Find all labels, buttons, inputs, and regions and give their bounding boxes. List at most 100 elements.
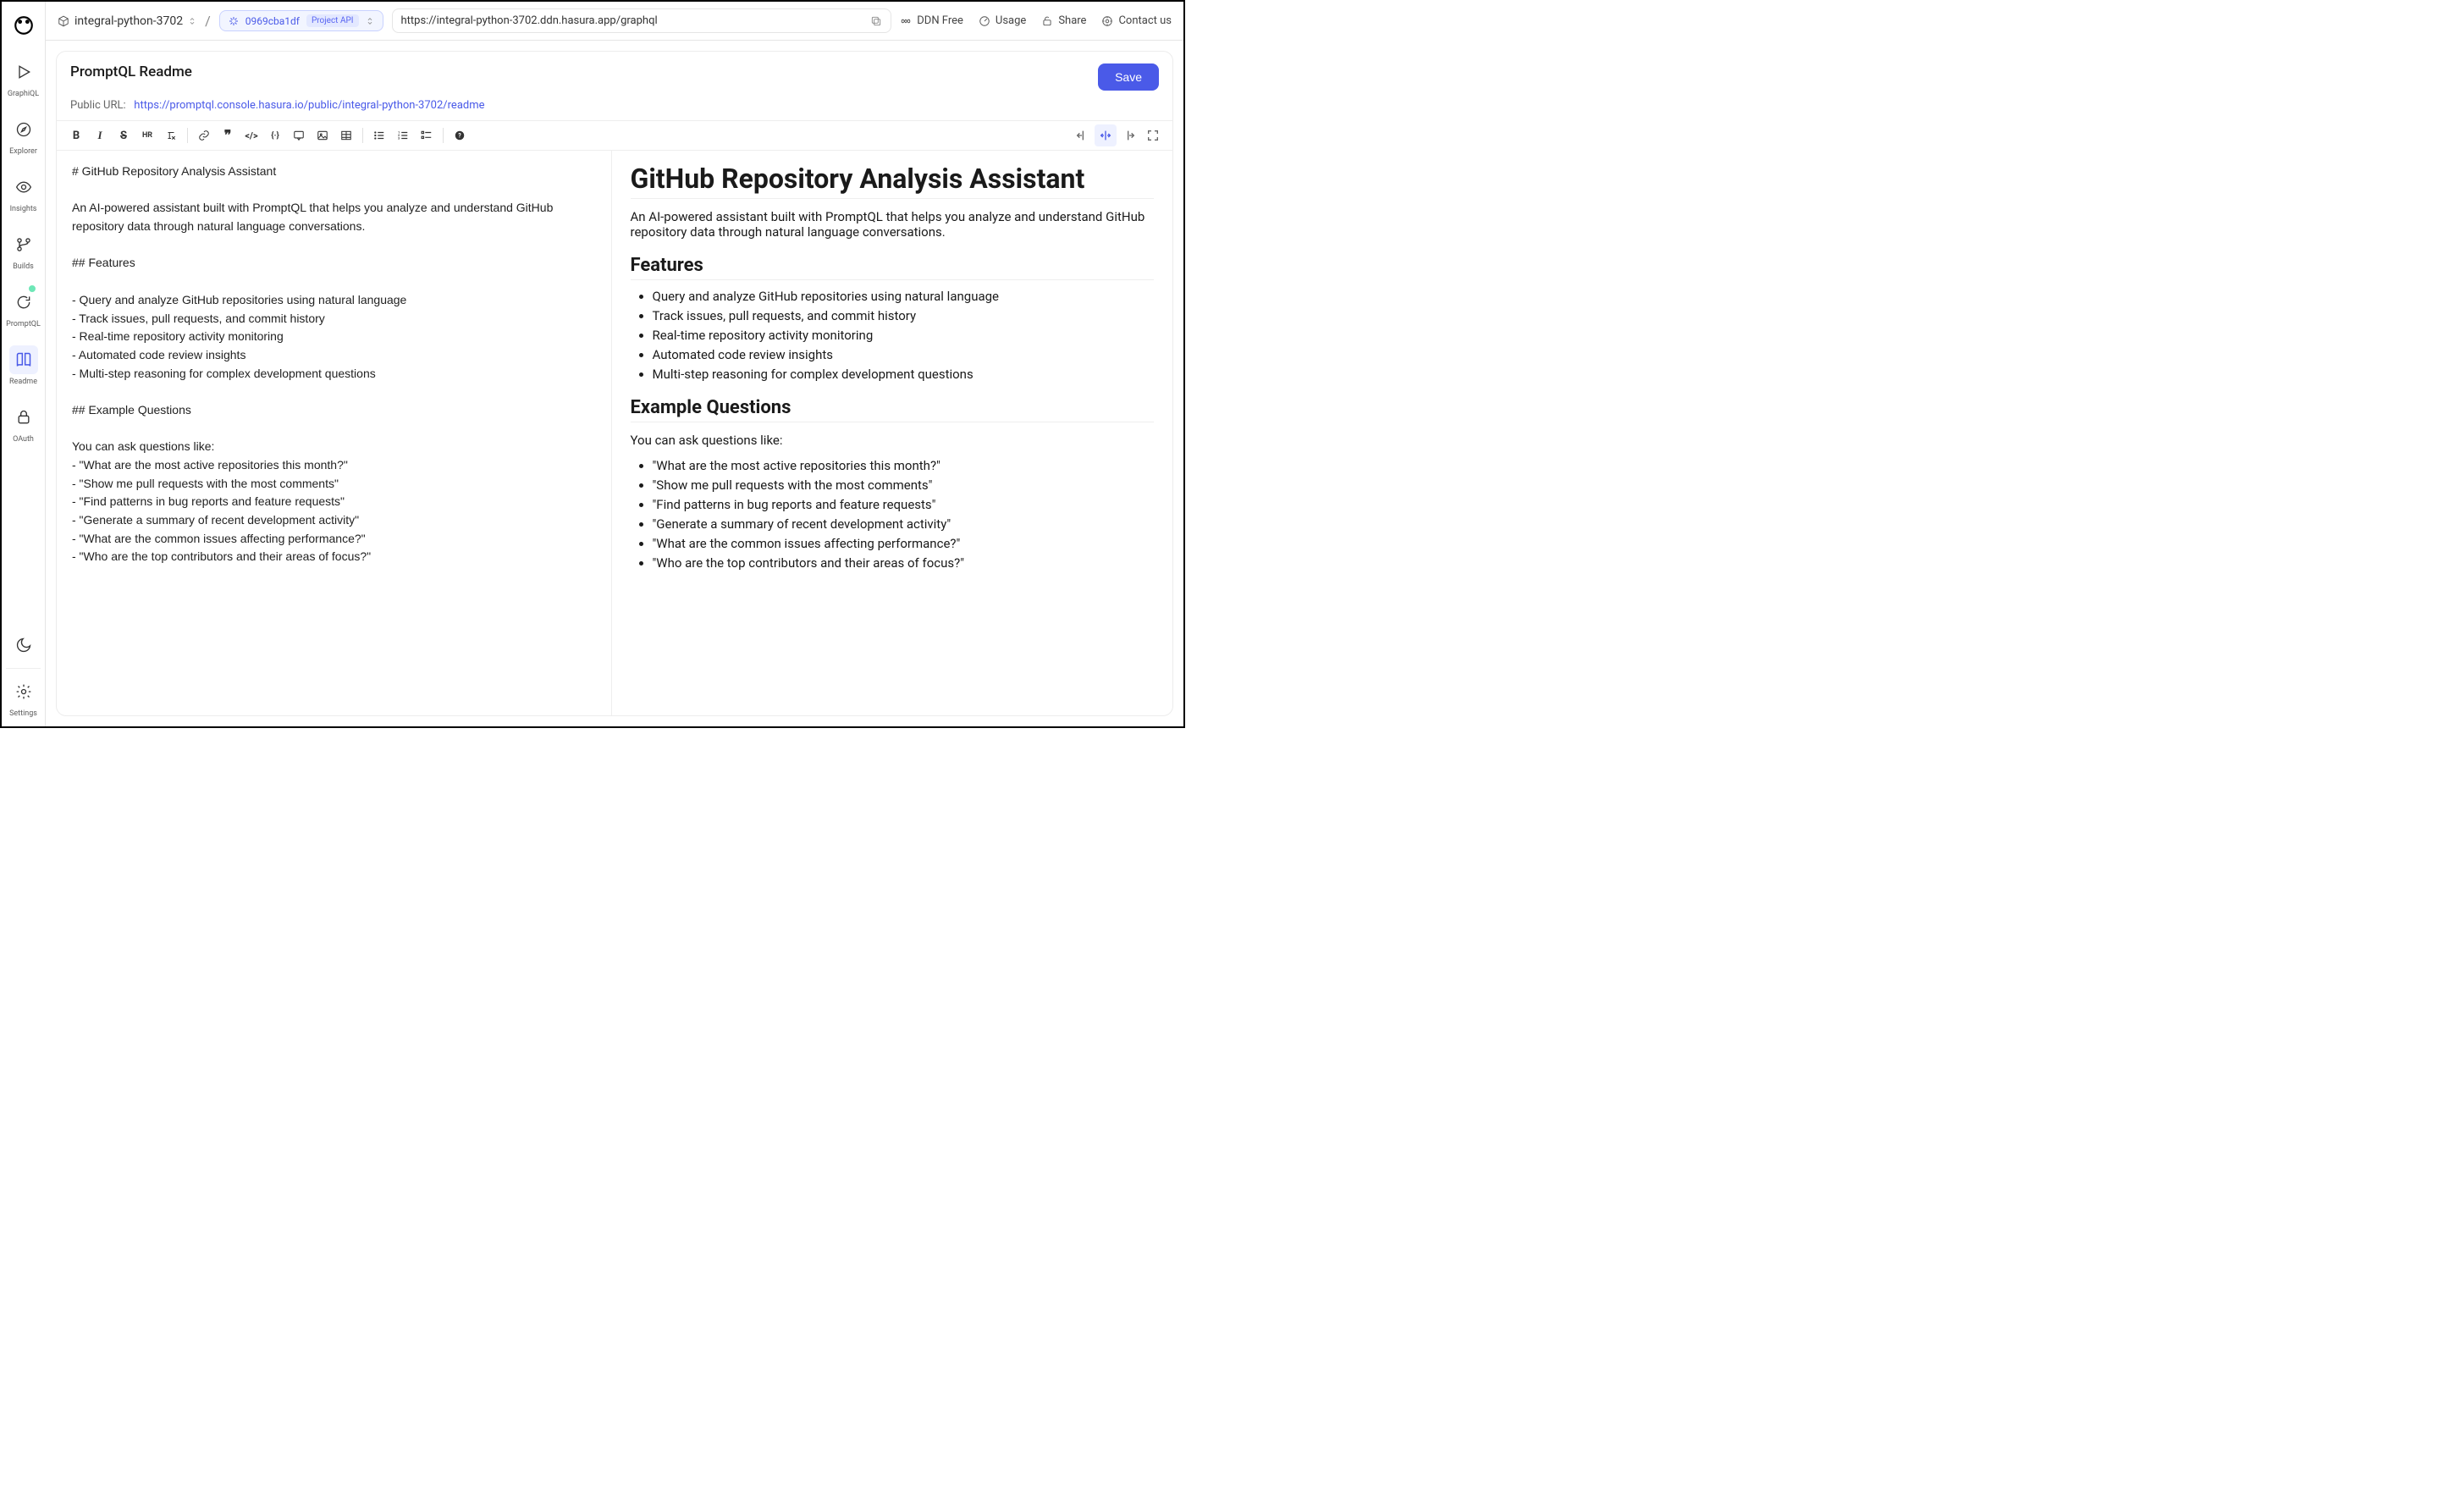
- checklist-button[interactable]: [416, 124, 438, 146]
- link-button[interactable]: [193, 124, 215, 146]
- preview-intro: An AI-powered assistant built with Promp…: [631, 209, 1155, 240]
- ul-button[interactable]: [368, 124, 390, 146]
- list-item: Track issues, pull requests, and commit …: [653, 308, 1155, 323]
- list-item: Query and analyze GitHub repositories us…: [653, 289, 1155, 304]
- public-url-link[interactable]: https://promptql.console.hasura.io/publi…: [134, 99, 484, 112]
- hasura-logo[interactable]: [7, 8, 41, 42]
- share-link[interactable]: Share: [1041, 14, 1086, 27]
- page-title: PromptQL Readme: [70, 63, 192, 80]
- graphql-url-field[interactable]: https://integral-python-3702.ddn.hasura.…: [392, 8, 892, 33]
- project-name: integral-python-3702: [74, 14, 183, 28]
- topbar: integral-python-3702 / 0969cba1df Projec…: [46, 2, 1183, 41]
- comment-icon: [293, 130, 305, 141]
- help-button[interactable]: ?: [449, 124, 471, 146]
- lock-icon: [15, 409, 32, 426]
- sidebar-item-theme[interactable]: [2, 622, 45, 668]
- list-item: "Find patterns in bug reports and featur…: [653, 497, 1155, 512]
- markdown-preview: GitHub Repository Analysis Assistant An …: [611, 151, 1173, 715]
- play-icon: [15, 63, 32, 80]
- view-split-button[interactable]: [1095, 124, 1117, 146]
- gear-icon: [15, 683, 32, 700]
- usage-link[interactable]: Usage: [979, 14, 1026, 27]
- sidebar-item-label: PromptQL: [6, 320, 41, 328]
- list-item: "What are the common issues affecting pe…: [653, 536, 1155, 551]
- list-item: "Who are the top contributors and their …: [653, 555, 1155, 571]
- moon-icon: [15, 637, 32, 654]
- ul-icon: [373, 130, 385, 141]
- link-icon: [198, 130, 210, 141]
- ol-button[interactable]: 123: [392, 124, 414, 146]
- save-button[interactable]: Save: [1098, 63, 1159, 91]
- sparkle-icon: [229, 16, 239, 26]
- lock-open-icon: [1041, 15, 1053, 27]
- public-url-label: Public URL:: [70, 99, 126, 112]
- hr-button[interactable]: HR: [136, 124, 158, 146]
- list-item: Real-time repository activity monitoring: [653, 328, 1155, 343]
- editor-toolbar: B I S HR ❞ </> {·} 123: [57, 120, 1172, 151]
- preview-h2-features: Features: [631, 255, 1155, 280]
- sidebar-item-label: Builds: [13, 262, 34, 271]
- sidebar-item-graphiql[interactable]: GraphiQL: [2, 49, 45, 107]
- checklist-icon: [421, 130, 433, 141]
- book-icon: [15, 351, 32, 368]
- build-id: 0969cba1df: [245, 15, 300, 27]
- image-button[interactable]: [312, 124, 334, 146]
- branch-icon: [15, 236, 32, 253]
- sidebar: GraphiQL Explorer Insights Builds Prompt…: [2, 2, 46, 726]
- eye-icon: [15, 179, 32, 196]
- svg-text:3: 3: [398, 137, 400, 141]
- sidebar-item-promptql[interactable]: PromptQL: [2, 279, 45, 337]
- fullscreen-icon: [1146, 129, 1160, 142]
- sidebar-item-readme[interactable]: Readme: [2, 337, 45, 395]
- svg-text:?: ?: [458, 132, 461, 139]
- sidebar-item-insights[interactable]: Insights: [2, 164, 45, 222]
- view-preview-button[interactable]: [1118, 124, 1140, 146]
- italic-button[interactable]: I: [89, 124, 111, 146]
- sidebar-item-explorer[interactable]: Explorer: [2, 107, 45, 164]
- chat-icon: [15, 294, 32, 311]
- copy-icon[interactable]: [870, 15, 882, 27]
- sidebar-item-label: OAuth: [13, 435, 34, 444]
- examples-list: "What are the most active repositories t…: [653, 458, 1155, 571]
- comment-button[interactable]: [288, 124, 310, 146]
- updown-icon: [188, 17, 196, 25]
- sidebar-item-builds[interactable]: Builds: [2, 222, 45, 279]
- table-button[interactable]: [335, 124, 357, 146]
- status-dot: [28, 284, 36, 293]
- sidebar-item-settings[interactable]: Settings: [2, 669, 45, 726]
- updown-icon: [366, 17, 374, 25]
- project-selector[interactable]: integral-python-3702: [58, 14, 196, 28]
- list-item: "Generate a summary of recent developmen…: [653, 516, 1155, 532]
- examples-intro: You can ask questions like:: [631, 433, 1155, 448]
- url-text: https://integral-python-3702.ddn.hasura.…: [401, 14, 658, 27]
- list-item: "What are the most active repositories t…: [653, 458, 1155, 473]
- list-item: "Show me pull requests with the most com…: [653, 477, 1155, 493]
- codeblock-button[interactable]: {·}: [264, 124, 286, 146]
- bold-button[interactable]: B: [65, 124, 87, 146]
- contact-link[interactable]: Contact us: [1101, 14, 1172, 27]
- list-item: Automated code review insights: [653, 347, 1155, 362]
- sidebar-item-label: GraphiQL: [8, 90, 39, 98]
- ol-icon: 123: [397, 130, 409, 141]
- preview-h2-examples: Example Questions: [631, 397, 1155, 422]
- build-selector[interactable]: 0969cba1df Project API: [219, 10, 383, 31]
- support-icon: [1101, 15, 1113, 27]
- list-item: Multi-step reasoning for complex develop…: [653, 367, 1155, 382]
- compass-icon: [15, 121, 32, 138]
- meter-icon: [979, 15, 990, 27]
- code-button[interactable]: </>: [240, 124, 262, 146]
- cube-icon: [58, 15, 69, 27]
- preview-h1: GitHub Repository Analysis Assistant: [631, 163, 1155, 199]
- clear-format-button[interactable]: [160, 124, 182, 146]
- strike-button[interactable]: S: [113, 124, 135, 146]
- sidebar-item-oauth[interactable]: OAuth: [2, 395, 45, 452]
- plan-link[interactable]: DDN Free: [900, 14, 963, 27]
- view-editor-button[interactable]: [1071, 124, 1093, 146]
- image-icon: [317, 130, 328, 141]
- sidebar-item-label: Settings: [9, 709, 37, 718]
- fullscreen-button[interactable]: [1142, 124, 1164, 146]
- split-icon: [1099, 129, 1112, 142]
- breadcrumb-separator: /: [205, 13, 211, 29]
- markdown-editor[interactable]: # GitHub Repository Analysis Assistant A…: [57, 151, 611, 715]
- quote-button[interactable]: ❞: [217, 124, 239, 146]
